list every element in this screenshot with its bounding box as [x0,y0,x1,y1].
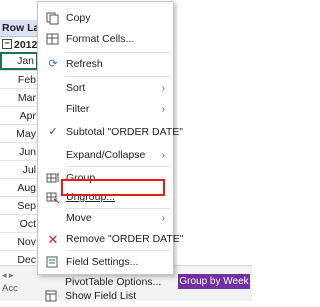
menu-label: Remove "ORDER DATE" [66,233,184,245]
row-divider [0,214,40,215]
highlight-box [61,179,165,196]
submenu-arrow-icon: › [161,83,165,94]
menu-label: Show Field List [65,290,137,302]
menu-label: Subtotal "ORDER DATE" [66,126,183,138]
row-divider [0,160,40,161]
menu-item-move[interactable]: Move › [38,208,173,229]
menu-label: Filter [66,103,90,115]
row-divider [0,178,40,179]
ungroup-icon [46,191,60,204]
menu-separator [66,166,170,167]
menu-item-remove[interactable]: ✕ Remove "ORDER DATE" [38,229,184,250]
row-divider [0,142,40,143]
checkmark-icon: ✓ [48,126,58,138]
row-divider [0,232,40,233]
menu-label: Sort [66,82,86,94]
month-cell-aug[interactable]: Aug [0,179,38,197]
month-cell-sep[interactable]: Sep [0,197,38,215]
menu-item-format-cells[interactable]: Format Cells... [38,29,173,50]
row-divider [0,196,40,197]
format-cells-icon [46,33,60,46]
menu-label: Format Cells... [66,33,135,45]
menu-item-field-settings[interactable]: Field Settings... [38,252,173,273]
context-menu: Copy Format Cells... ⟳ Refresh Sort › Fi… [37,1,184,275]
copy-icon [46,12,60,25]
month-cell-apr[interactable]: Apr [0,107,38,125]
field-settings-icon [46,256,60,269]
remove-x-icon: ✕ [47,232,59,247]
month-cell-may[interactable]: May [0,125,38,143]
menu-label: Refresh [66,58,103,70]
menu-separator [66,52,170,53]
menu-item-copy[interactable]: Copy [38,8,173,29]
menu-separator [66,76,170,77]
menu-item-filter[interactable]: Filter › [38,99,173,120]
menu-item-sort[interactable]: Sort › [38,78,173,99]
status-text: Acc [2,283,18,294]
year-label: 2012 [14,39,38,51]
scroll-dots-icon[interactable]: ◂ ▸ [2,270,14,281]
month-cell-jan[interactable]: Jan [0,52,38,70]
month-cell-mar[interactable]: Mar [0,89,38,107]
submenu-arrow-icon: › [161,213,165,224]
month-cell-nov[interactable]: Nov [0,233,38,251]
group-icon [46,172,60,185]
menu-label: Field Settings... [66,256,139,268]
submenu-arrow-icon: › [161,150,165,161]
month-cell-feb[interactable]: Feb [0,71,38,89]
row-divider [0,124,40,125]
menu-label: Copy [66,12,91,24]
row-divider [0,70,40,71]
menu-label: Move [66,212,92,224]
month-cell-oct[interactable]: Oct [0,215,38,233]
menu-item-expand-collapse[interactable]: Expand/Collapse › [38,145,173,166]
collapse-icon[interactable]: − [2,39,12,50]
refresh-icon: ⟳ [48,58,58,70]
month-cell-jul[interactable]: Jul [0,161,38,179]
field-list-icon [45,290,59,303]
submenu-arrow-icon: › [161,104,165,115]
row-divider [0,106,40,107]
row-divider [0,250,40,251]
menu-item-show-field-list[interactable]: Show Field List [37,286,172,307]
menu-label: Expand/Collapse [66,149,146,161]
menu-item-subtotal[interactable]: ✓ Subtotal "ORDER DATE" [38,122,183,143]
menu-separator [66,250,170,251]
menu-item-refresh[interactable]: ⟳ Refresh [38,54,173,75]
group-by-week-tab[interactable]: Group by Week [178,274,250,289]
row-divider [0,88,40,89]
month-cell-jun[interactable]: Jun [0,143,38,161]
